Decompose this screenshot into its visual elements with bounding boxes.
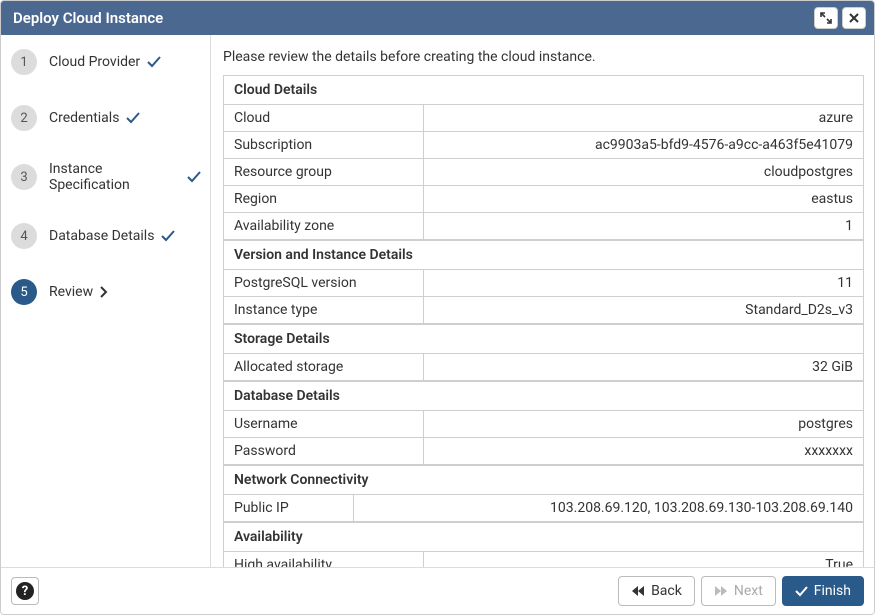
section-header: Database Details (224, 381, 863, 410)
section-header: Cloud Details (224, 75, 863, 104)
row-label: Availability zone (224, 213, 424, 239)
section-header: Storage Details (224, 324, 863, 353)
row-label: Resource group (224, 159, 424, 185)
row-value: cloudpostgres (424, 159, 863, 185)
row-value: xxxxxxx (424, 438, 863, 464)
finish-button[interactable]: Finish (782, 576, 864, 606)
row-label: Allocated storage (224, 354, 424, 380)
row-value: 11 (424, 270, 863, 296)
dialog-body: 1 Cloud Provider 2 Credentials 3 Instanc… (1, 35, 874, 567)
row-label: Region (224, 186, 424, 212)
table-row: Username postgres (224, 410, 863, 437)
next-button-label: Next (734, 583, 763, 599)
row-value: eastus (424, 186, 863, 212)
step-number: 5 (11, 279, 37, 305)
row-value: 103.208.69.120, 103.208.69.130-103.208.6… (354, 495, 863, 521)
step-label: Cloud Provider (49, 54, 140, 70)
step-label: Review (49, 284, 93, 300)
row-value: 32 GiB (424, 354, 863, 380)
table-row: PostgreSQL version 11 (224, 269, 863, 296)
close-button[interactable] (842, 7, 866, 29)
step-number: 2 (11, 105, 37, 131)
next-button[interactable]: Next (701, 576, 776, 606)
step-cloud-provider[interactable]: 1 Cloud Provider (11, 49, 202, 75)
table-row: Availability zone 1 (224, 212, 863, 239)
step-number: 4 (11, 223, 37, 249)
dialog-title: Deploy Cloud Instance (13, 9, 810, 27)
forward-icon (714, 586, 728, 596)
titlebar: Deploy Cloud Instance (1, 1, 874, 35)
step-label: Credentials (49, 110, 119, 126)
section-header: Network Connectivity (224, 465, 863, 494)
row-label: High availability (224, 552, 424, 567)
expand-icon (820, 12, 832, 24)
check-icon (186, 170, 202, 184)
table-row: Public IP 103.208.69.120, 103.208.69.130… (224, 494, 863, 521)
finish-button-label: Finish (814, 583, 851, 599)
version-instance-section: Version and Instance Details PostgreSQL … (223, 240, 864, 324)
step-review[interactable]: 5 Review (11, 279, 202, 305)
close-icon (848, 12, 860, 24)
row-label: Instance type (224, 297, 424, 323)
cloud-details-section: Cloud Details Cloud azure Subscription a… (223, 75, 864, 240)
check-icon (795, 586, 808, 597)
table-row: Subscription ac9903a5-bfd9-4576-a9cc-a46… (224, 131, 863, 158)
dialog-footer: ? Back Next Finish (1, 567, 874, 614)
deploy-cloud-instance-dialog: Deploy Cloud Instance 1 Cloud Provider 2… (0, 0, 875, 615)
row-value: ac9903a5-bfd9-4576-a9cc-a463f5e41079 (424, 132, 863, 158)
table-row: Region eastus (224, 185, 863, 212)
section-header: Availability (224, 522, 863, 551)
table-row: Password xxxxxxx (224, 437, 863, 464)
step-number: 3 (11, 164, 37, 190)
database-details-section: Database Details Username postgres Passw… (223, 381, 864, 465)
step-number: 1 (11, 49, 37, 75)
storage-details-section: Storage Details Allocated storage 32 GiB (223, 324, 864, 381)
row-label: Password (224, 438, 424, 464)
row-label: Username (224, 411, 424, 437)
maximize-button[interactable] (814, 7, 838, 29)
check-icon (125, 111, 141, 125)
back-button[interactable]: Back (618, 576, 695, 606)
back-button-label: Back (651, 583, 682, 599)
check-icon (160, 229, 176, 243)
check-icon (146, 55, 162, 69)
step-label: Database Details (49, 228, 154, 244)
chevron-right-icon (99, 286, 108, 298)
step-instance-specification[interactable]: 3 Instance Specification (11, 161, 202, 193)
availability-section: Availability High availability True (223, 522, 864, 567)
network-connectivity-section: Network Connectivity Public IP 103.208.6… (223, 465, 864, 522)
table-row: Cloud azure (224, 104, 863, 131)
table-row: High availability True (224, 551, 863, 567)
row-label: Cloud (224, 105, 424, 131)
review-intro-text: Please review the details before creatin… (223, 45, 864, 69)
help-icon: ? (16, 582, 34, 600)
stepper-sidebar: 1 Cloud Provider 2 Credentials 3 Instanc… (1, 35, 211, 567)
row-label: Public IP (224, 495, 354, 521)
step-database-details[interactable]: 4 Database Details (11, 223, 202, 249)
row-value: Standard_D2s_v3 (424, 297, 863, 323)
review-content: Please review the details before creatin… (211, 35, 874, 567)
row-value: True (424, 552, 863, 567)
row-value: azure (424, 105, 863, 131)
table-row: Allocated storage 32 GiB (224, 353, 863, 380)
row-label: Subscription (224, 132, 424, 158)
rewind-icon (631, 586, 645, 596)
step-credentials[interactable]: 2 Credentials (11, 105, 202, 131)
table-row: Resource group cloudpostgres (224, 158, 863, 185)
section-header: Version and Instance Details (224, 240, 863, 269)
step-label: Instance Specification (49, 161, 180, 193)
help-button[interactable]: ? (11, 577, 39, 605)
row-label: PostgreSQL version (224, 270, 424, 296)
table-row: Instance type Standard_D2s_v3 (224, 296, 863, 323)
row-value: 1 (424, 213, 863, 239)
row-value: postgres (424, 411, 863, 437)
